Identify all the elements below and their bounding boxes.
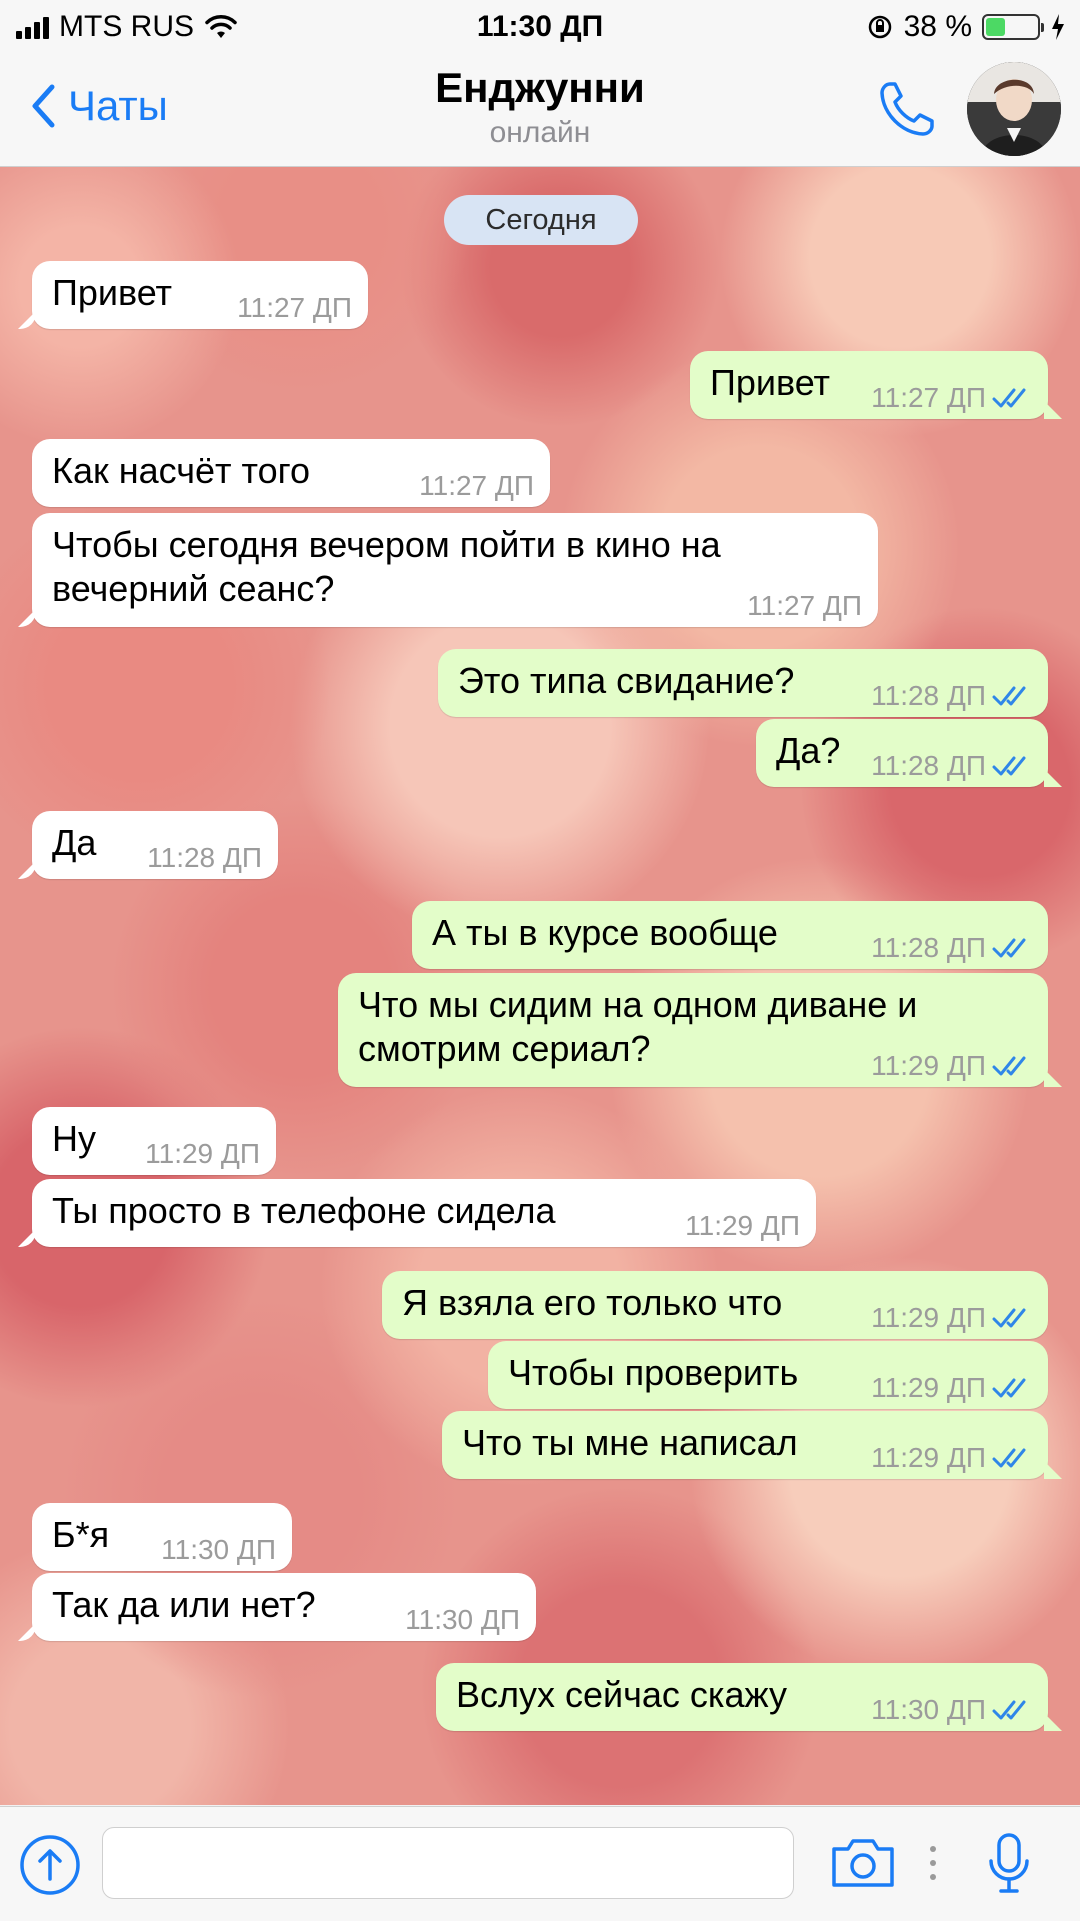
more-button[interactable] — [928, 1841, 938, 1890]
message-meta: 11:29 ДП — [145, 1139, 260, 1169]
message-time: 11:29 ДП — [685, 1210, 800, 1241]
outgoing-message[interactable]: Привет 11:27 ДП — [690, 351, 1048, 419]
message-time: 11:30 ДП — [871, 1694, 986, 1725]
incoming-message[interactable]: Да 11:28 ДП — [32, 811, 278, 879]
message-meta: 11:28 ДП — [871, 751, 1034, 781]
attach-button[interactable] — [18, 1833, 82, 1902]
chat-header: Чаты Енджунни онлайн — [0, 54, 1080, 167]
message-time: 11:28 ДП — [871, 680, 986, 711]
outgoing-message[interactable]: Вслух сейчас скажу 11:30 ДП — [436, 1663, 1048, 1731]
outgoing-message[interactable]: Это типа свидание? 11:28 ДП — [438, 649, 1048, 717]
read-receipt-icon — [992, 938, 1026, 958]
more-dots-icon — [930, 1846, 936, 1880]
message-time: 11:29 ДП — [871, 1050, 986, 1081]
date-separator: Сегодня — [444, 195, 638, 245]
outgoing-message[interactable]: А ты в курсе вообще 11:28 ДП — [412, 901, 1048, 969]
avatar[interactable] — [967, 62, 1061, 156]
incoming-message[interactable]: Ну 11:29 ДП — [32, 1107, 276, 1175]
read-receipt-icon — [992, 1308, 1026, 1328]
message-meta: 11:27 ДП — [747, 591, 862, 621]
message-meta: 11:27 ДП — [419, 471, 534, 501]
phone-icon — [880, 82, 934, 136]
incoming-message[interactable]: Б*я 11:30 ДП — [32, 1503, 292, 1571]
status-right: 38 % — [866, 10, 1066, 44]
microphone-button[interactable] — [984, 1831, 1034, 1902]
message-meta: 11:29 ДП — [871, 1443, 1034, 1473]
outgoing-message[interactable]: Что мы сидим на одном диване и смотрим с… — [338, 973, 1048, 1087]
outgoing-message[interactable]: Я взяла его только что 11:29 ДП — [382, 1271, 1048, 1339]
incoming-message[interactable]: Как насчёт того 11:27 ДП — [32, 439, 550, 507]
message-time: 11:29 ДП — [871, 1372, 986, 1403]
message-time: 11:27 ДП — [747, 590, 862, 621]
message-meta: 11:27 ДП — [237, 293, 352, 323]
message-text: Чтобы сегодня вечером пойти в кино на ве… — [52, 524, 721, 609]
camera-button[interactable] — [830, 1837, 896, 1894]
contact-photo-icon — [967, 62, 1061, 156]
input-bar — [0, 1806, 1080, 1921]
message-meta: 11:30 ДП — [871, 1695, 1034, 1725]
read-receipt-icon — [992, 1056, 1026, 1076]
outgoing-message[interactable]: Да? 11:28 ДП — [756, 719, 1048, 787]
message-meta: 11:28 ДП — [871, 933, 1034, 963]
message-meta: 11:30 ДП — [405, 1605, 520, 1635]
orientation-lock-icon — [868, 15, 891, 39]
message-meta: 11:29 ДП — [871, 1373, 1034, 1403]
message-meta: 11:29 ДП — [871, 1051, 1034, 1081]
incoming-message[interactable]: Привет 11:27 ДП — [32, 261, 368, 329]
read-receipt-icon — [992, 1378, 1026, 1398]
outgoing-message[interactable]: Чтобы проверить 11:29 ДП — [488, 1341, 1048, 1409]
read-receipt-icon — [992, 388, 1026, 408]
status-bar: MTS RUS 11:30 ДП 38 % — [0, 0, 1080, 54]
message-time: 11:28 ДП — [147, 842, 262, 873]
battery-percent: 38 % — [903, 10, 972, 43]
charging-bolt-icon — [1052, 14, 1064, 40]
battery-level — [986, 18, 1005, 36]
battery-icon — [982, 14, 1044, 40]
camera-icon — [832, 1839, 894, 1887]
chat-area[interactable]: Сегодня Привет 11:27 ДП Привет 11:27 ДП Как … — [0, 167, 1080, 1805]
read-receipt-icon — [992, 686, 1026, 706]
outgoing-message[interactable]: Что ты мне написал 11:29 ДП — [442, 1411, 1048, 1479]
call-button[interactable] — [876, 78, 938, 145]
message-meta: 11:29 ДП — [871, 1303, 1034, 1333]
message-time: 11:29 ДП — [871, 1442, 986, 1473]
message-meta: 11:29 ДП — [685, 1211, 800, 1241]
message-time: 11:30 ДП — [405, 1604, 520, 1635]
message-time: 11:30 ДП — [161, 1534, 276, 1565]
message-time: 11:29 ДП — [145, 1138, 260, 1169]
message-meta: 11:30 ДП — [161, 1535, 276, 1565]
read-receipt-icon — [992, 1448, 1026, 1468]
incoming-message[interactable]: Чтобы сегодня вечером пойти в кино на ве… — [32, 513, 878, 627]
read-receipt-icon — [992, 756, 1026, 776]
read-receipt-icon — [992, 1700, 1026, 1720]
message-time: 11:27 ДП — [871, 382, 986, 413]
incoming-message[interactable]: Так да или нет? 11:30 ДП — [32, 1573, 536, 1641]
attach-arrow-icon — [20, 1835, 80, 1895]
microphone-icon — [989, 1833, 1029, 1893]
message-time: 11:28 ДП — [871, 932, 986, 963]
message-input[interactable] — [102, 1827, 794, 1899]
message-meta: 11:28 ДП — [871, 681, 1034, 711]
message-time: 11:27 ДП — [419, 470, 534, 501]
incoming-message[interactable]: Ты просто в телефоне сидела 11:29 ДП — [32, 1179, 816, 1247]
message-meta: 11:28 ДП — [147, 843, 262, 873]
message-meta: 11:27 ДП — [871, 383, 1034, 413]
message-time: 11:29 ДП — [871, 1302, 986, 1333]
message-time: 11:27 ДП — [237, 292, 352, 323]
message-time: 11:28 ДП — [871, 750, 986, 781]
